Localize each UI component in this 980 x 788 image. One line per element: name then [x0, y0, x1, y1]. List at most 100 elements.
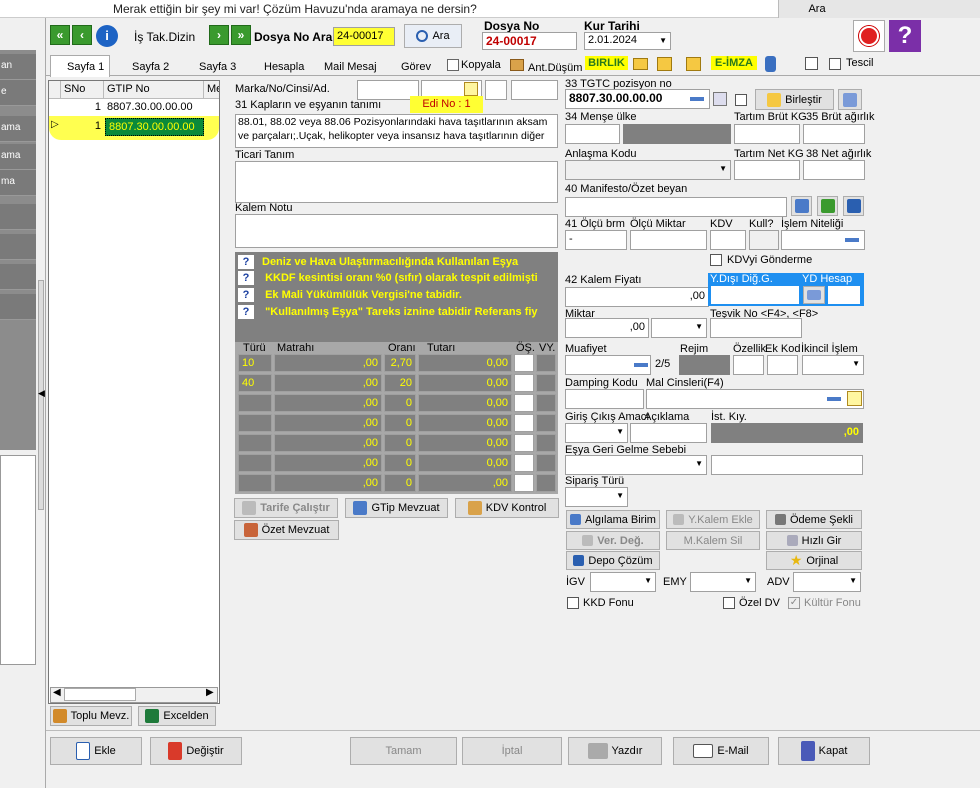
lookup-icon[interactable]	[827, 392, 841, 406]
tax-row-5-turu[interactable]	[238, 434, 272, 452]
tax-row-3-oran[interactable]: 0	[384, 394, 416, 412]
yazdir-button[interactable]: Yazdır	[568, 737, 662, 765]
calc-icon[interactable]	[713, 92, 727, 106]
tesvik-input[interactable]	[710, 318, 802, 338]
excelden-button[interactable]: Excelden	[138, 706, 216, 726]
mense-code-input[interactable]	[565, 124, 620, 144]
kur-tarihi-picker[interactable]: 2.01.2024	[584, 32, 671, 50]
tgtc-input[interactable]: 8807.30.00.00.00	[565, 89, 710, 109]
siparis-turu-select[interactable]	[565, 487, 628, 507]
tax-row-7-tutar[interactable]: ,00	[418, 474, 512, 492]
usb-key-icon[interactable]	[765, 56, 776, 72]
tarife-calistir-button[interactable]: Tarife Çalıştır	[234, 498, 338, 518]
last-record-icon[interactable]: »	[231, 25, 251, 45]
lookup-icon[interactable]	[634, 358, 648, 372]
ozet-mevzuat-button[interactable]: Özet Mevzuat	[234, 520, 339, 540]
tax-row-1-oran[interactable]: 2,70	[384, 354, 416, 372]
tax-row-5-os[interactable]	[514, 434, 534, 452]
dosya-ara-button[interactable]: Ara	[404, 24, 462, 48]
tartim-brut-input[interactable]	[734, 124, 800, 144]
damping-input[interactable]	[565, 389, 644, 409]
kalem-notu-textarea[interactable]	[235, 214, 558, 248]
tax-row-7-turu[interactable]	[238, 474, 272, 492]
tax-row-1-tutar[interactable]: 0,00	[418, 354, 512, 372]
hizli-gir-button[interactable]: Hızlı Gir	[766, 531, 862, 550]
grid-row-2-gtip[interactable]: 8807.30.00.00.00	[105, 118, 204, 136]
tamam-button[interactable]: Tamam	[350, 737, 457, 765]
tax-row-4-matrah[interactable]: ,00	[274, 414, 382, 432]
kalem-fiyati-input[interactable]: ,00	[565, 287, 709, 307]
edit-pencil-icon[interactable]	[847, 391, 862, 406]
kapat-button[interactable]: Kapat	[778, 737, 870, 765]
manifesto-list-button[interactable]	[791, 196, 812, 216]
kultur-fonu-checkbox[interactable]: ✓	[788, 597, 800, 609]
tax-row-6-oran[interactable]: 0	[384, 454, 416, 472]
tax-row-3-tutar[interactable]: 0,00	[418, 394, 512, 412]
kkd-fonu-checkbox[interactable]	[567, 597, 579, 609]
tax-row-4-oran[interactable]: 0	[384, 414, 416, 432]
tax-row-7-os[interactable]	[514, 474, 534, 492]
question-icon[interactable]: ?	[238, 288, 254, 302]
kdv-kontrol-button[interactable]: KDV Kontrol	[455, 498, 559, 518]
tescil-checkbox[interactable]	[829, 58, 841, 70]
gtip-mevzuat-button[interactable]: GTip Mevzuat	[345, 498, 448, 518]
tax-row-6-os[interactable]	[514, 454, 534, 472]
grid-row-2-sno[interactable]: 1	[61, 118, 104, 136]
tab-kopyala[interactable]: Kopyala	[461, 59, 501, 71]
marka-input-4[interactable]	[511, 80, 558, 100]
kdvyi-gonderme-checkbox[interactable]	[710, 254, 722, 266]
kdv-input[interactable]	[710, 230, 746, 250]
tax-row-3-turu[interactable]	[238, 394, 272, 412]
miktar-unit-select[interactable]	[651, 318, 707, 338]
tax-row-6-matrah[interactable]: ,00	[274, 454, 382, 472]
tab-sayfa-3[interactable]: Sayfa 3	[199, 61, 236, 73]
tax-row-7-oran[interactable]: 0	[384, 474, 416, 492]
preview-icon[interactable]	[805, 57, 818, 70]
tax-row-4-vy[interactable]	[536, 414, 556, 432]
manifesto-input[interactable]	[565, 197, 787, 217]
sidebar-item-3[interactable]: ama	[0, 116, 36, 142]
lookup-icon[interactable]	[845, 233, 859, 247]
yd-calc-button[interactable]	[803, 286, 825, 304]
ozel-dv-checkbox[interactable]	[723, 597, 735, 609]
iptal-button[interactable]: İptal	[462, 737, 562, 765]
tax-row-5-vy[interactable]	[536, 434, 556, 452]
ydisi-input[interactable]	[710, 285, 800, 305]
scrollbar-thumb[interactable]	[64, 688, 136, 701]
grid-header-sno[interactable]: SNo	[61, 81, 104, 99]
tartim-net-input[interactable]	[734, 160, 800, 180]
tax-row-1-vy[interactable]	[536, 354, 556, 372]
upload-icon[interactable]	[657, 57, 672, 71]
tab-sayfa-2[interactable]: Sayfa 2	[132, 61, 169, 73]
prev-record-icon[interactable]: ‹	[72, 25, 92, 45]
tax-row-4-os[interactable]	[514, 414, 534, 432]
email-button[interactable]: E-Mail	[673, 737, 769, 765]
tax-row-6-turu[interactable]	[238, 454, 272, 472]
export-icon[interactable]	[686, 57, 701, 71]
odeme-sekli-button[interactable]: Ödeme Şekli	[766, 510, 862, 529]
grid-header-me[interactable]: Me	[204, 81, 219, 99]
tax-row-7-vy[interactable]	[536, 474, 556, 492]
tab-gorev[interactable]: Görev	[401, 61, 431, 73]
sidebar-item-7[interactable]	[0, 234, 36, 260]
sidebar-item-8[interactable]	[0, 264, 36, 290]
question-icon[interactable]: ?	[238, 255, 254, 269]
emy-select[interactable]	[690, 572, 756, 592]
prompt-search-button[interactable]: Ara	[786, 0, 848, 17]
kull-input[interactable]	[749, 230, 779, 250]
esya-geri-select[interactable]	[565, 455, 707, 475]
tax-row-7-matrah[interactable]: ,00	[274, 474, 382, 492]
birlik-button[interactable]: BIRLIK	[585, 56, 628, 70]
birlestir-button[interactable]: Birleştir	[755, 89, 834, 110]
tax-row-1-os[interactable]	[514, 354, 534, 372]
olcu-brm-input[interactable]: -	[565, 230, 627, 250]
m-kalem-sil-button[interactable]: M.Kalem Sil	[666, 531, 760, 550]
degistir-button[interactable]: Değiştir	[150, 737, 242, 765]
collapse-arrow-icon[interactable]: ◀	[38, 388, 45, 399]
sidebar-item-1[interactable]: an	[0, 54, 36, 80]
tax-row-2-tutar[interactable]: 0,00	[418, 374, 512, 392]
grid-row-1-gtip[interactable]: 8807.30.00.00.00	[104, 99, 204, 117]
tgtc-checkbox[interactable]	[735, 94, 747, 106]
adv-select[interactable]	[793, 572, 861, 592]
lookup-icon[interactable]	[690, 92, 704, 106]
